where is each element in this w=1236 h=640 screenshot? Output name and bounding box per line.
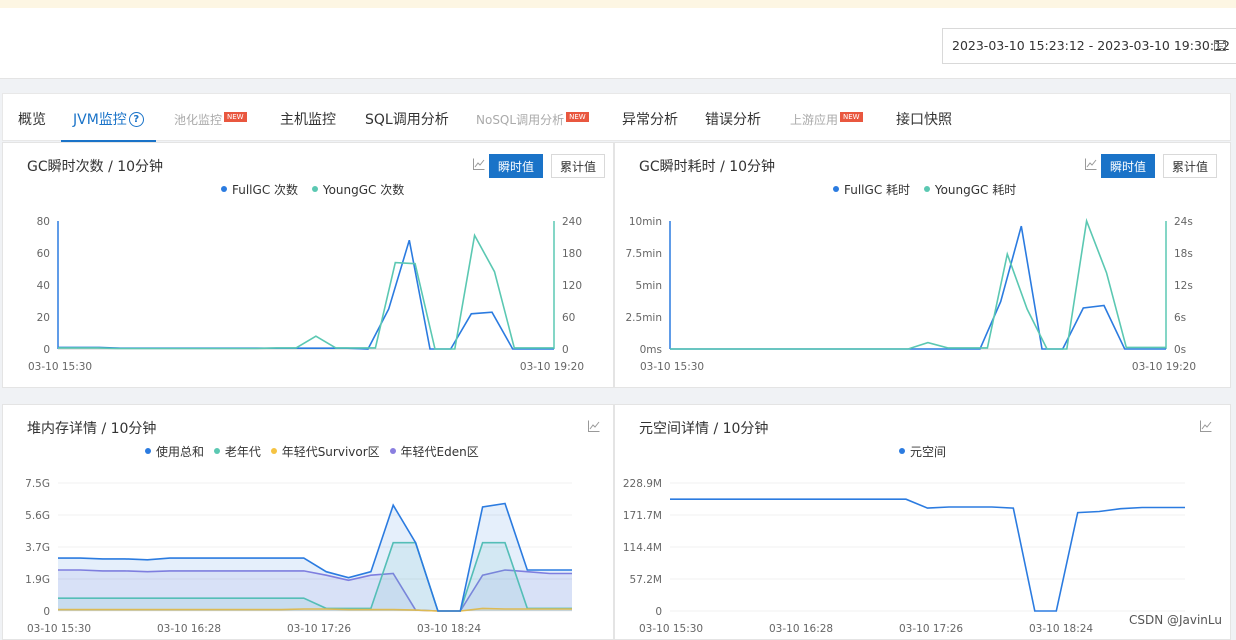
x-tick: 03-10 18:24 <box>1029 623 1093 635</box>
date-range-picker[interactable]: 2023-03-10 15:23:12 - 2023-03-10 19:30:1… <box>942 28 1236 64</box>
y-tick-left: 20 <box>37 312 50 324</box>
gc-time-panel: GC瞬时耗时 / 10分钟 瞬时值 累计值 FullGC 耗时 YoungGC … <box>614 142 1231 388</box>
tab-label: 池化监控 <box>174 113 223 127</box>
series-line <box>58 233 554 350</box>
series-line <box>670 217 1166 350</box>
y-tick-left: 40 <box>37 280 50 292</box>
x-tick: 03-10 15:30 <box>27 623 91 635</box>
y-tick-right: 12s <box>1174 280 1193 292</box>
x-tick: 03-10 15:30 <box>28 361 92 373</box>
y-tick-left: 60 <box>37 248 50 260</box>
tab-label: NoSQL调用分析 <box>476 113 565 127</box>
gc-count-chart: 0 20 40 60 80 0 60 120 180 240 03-10 15:30 03-10 19… <box>28 216 584 373</box>
y-tick: 171.7M <box>623 510 662 522</box>
calendar-icon[interactable] <box>1214 40 1226 51</box>
tab-9[interactable]: 上游应用 NEW <box>790 94 863 141</box>
top-notice-strip <box>0 0 1236 8</box>
tab-label: 接口快照 <box>896 112 952 128</box>
gc-time-chart: 0ms 2.5min 5min 7.5min 10min 0s 6s 12s 18s 24s 03-… <box>626 216 1197 373</box>
heap-memory-chart: 0 1.9G 3.7G 5.6G 7.5G 03-10 15:30 03-10 16:28 0… <box>25 478 572 635</box>
heap-memory-panel: 堆内存详情 / 10分钟 使用总和 老年代 年轻代Survivor区 年轻代Ed… <box>2 404 614 640</box>
tab-6[interactable]: NoSQL调用分析 NEW <box>476 94 589 141</box>
y-tick-left: 10min <box>629 216 662 228</box>
y-tick-left: 0ms <box>640 344 662 356</box>
x-tick: 03-10 19:20 <box>1132 361 1196 373</box>
x-tick: 03-10 16:28 <box>157 623 221 635</box>
tab-4[interactable]: 主机监控 <box>280 94 336 141</box>
metaspace-panel: 元空间详情 / 10分钟 元空间 0 57.2M 114.4M 171.7M 228.9… <box>614 404 1231 640</box>
new-badge: NEW <box>224 112 247 122</box>
tab-2[interactable]: JVM监控? <box>61 94 156 142</box>
y-tick: 57.2M <box>630 574 662 586</box>
tab-label: 上游应用 <box>790 113 839 127</box>
y-tick-left: 2.5min <box>626 312 663 324</box>
tab-label: SQL调用分析 <box>365 112 449 128</box>
y-tick-right: 18s <box>1174 248 1193 260</box>
tab-5[interactable]: SQL调用分析 <box>365 94 449 141</box>
y-tick-right: 240 <box>562 216 582 228</box>
y-tick: 114.4M <box>623 542 662 554</box>
tab-label: 错误分析 <box>705 112 761 128</box>
y-tick-left: 7.5min <box>626 248 663 260</box>
metaspace-chart: 0 57.2M 114.4M 171.7M 228.9M 03-10 15:30 03-10… <box>623 478 1185 635</box>
tab-1[interactable]: 概览 <box>18 94 46 141</box>
y-tick-right: 24s <box>1174 216 1193 228</box>
new-badge: NEW <box>840 112 863 122</box>
y-tick-right: 6s <box>1174 312 1186 324</box>
new-badge: NEW <box>566 112 589 122</box>
y-tick: 3.7G <box>25 542 50 554</box>
y-tick-left: 0 <box>43 344 50 356</box>
x-tick: 03-10 17:26 <box>287 623 351 635</box>
tab-label: JVM监控 <box>73 112 127 128</box>
x-tick: 03-10 15:30 <box>640 361 704 373</box>
x-tick: 03-10 15:30 <box>639 623 703 635</box>
y-tick-right: 0 <box>562 344 569 356</box>
x-tick: 03-10 19:20 <box>520 361 584 373</box>
watermark: CSDN @JavinLu <box>1128 613 1222 627</box>
y-tick: 1.9G <box>25 574 50 586</box>
help-icon[interactable]: ? <box>128 112 144 127</box>
y-tick-right: 0s <box>1174 344 1186 356</box>
y-tick-left: 80 <box>37 216 50 228</box>
date-range-value: 2023-03-10 15:23:12 - 2023-03-10 19:30:1… <box>952 38 1230 53</box>
tab-3[interactable]: 池化监控 NEW <box>174 94 247 141</box>
y-tick: 5.6G <box>25 510 50 522</box>
series-area <box>58 503 572 611</box>
y-tick-right: 60 <box>562 312 575 324</box>
y-tick: 0 <box>43 606 50 618</box>
series-line <box>670 225 1166 350</box>
gc-count-panel: GC瞬时次数 / 10分钟 瞬时值 累计值 FullGC 次数 YoungGC … <box>2 142 614 388</box>
y-tick: 0 <box>655 606 662 618</box>
tab-7[interactable]: 异常分析 <box>622 94 678 141</box>
y-tick-right: 180 <box>562 248 582 260</box>
x-tick: 03-10 16:28 <box>769 623 833 635</box>
series-line <box>58 239 554 350</box>
y-tick-left: 5min <box>636 280 662 292</box>
series-line <box>670 498 1185 612</box>
tab-8[interactable]: 错误分析 <box>705 94 761 141</box>
header-bar: 2023-03-10 15:23:12 - 2023-03-10 19:30:1… <box>0 8 1236 79</box>
x-tick: 03-10 18:24 <box>417 623 481 635</box>
y-tick-right: 120 <box>562 280 582 292</box>
tab-10[interactable]: 接口快照 <box>896 94 952 141</box>
x-tick: 03-10 17:26 <box>899 623 963 635</box>
y-tick: 7.5G <box>25 478 50 490</box>
tab-bar: 概览 JVM监控? 池化监控 NEW 主机监控 SQL调用分析 NoSQL调用分析 NEW 异常… <box>2 93 1231 142</box>
tab-label: 异常分析 <box>622 112 678 128</box>
tab-label: 概览 <box>18 112 46 128</box>
y-tick: 228.9M <box>623 478 662 490</box>
tab-label: 主机监控 <box>280 112 336 128</box>
